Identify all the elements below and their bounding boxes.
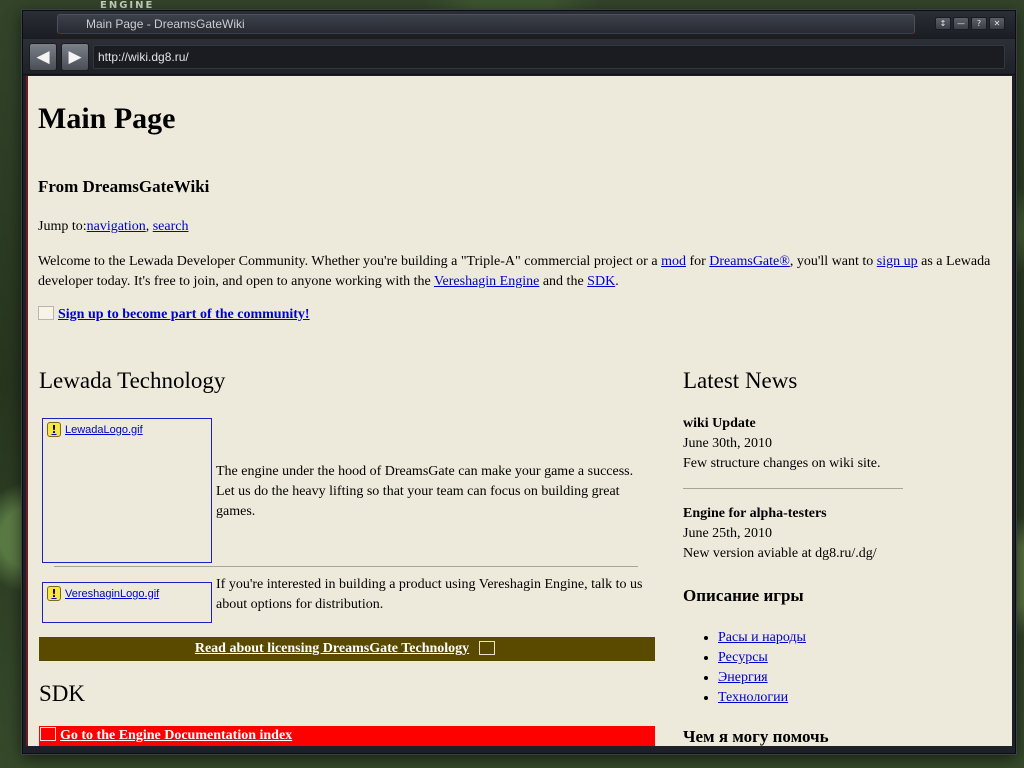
dreamsgate-link[interactable]: DreamsGate® [709,254,790,269]
sdk-heading: SDK [39,681,86,706]
title-bar[interactable]: Main Page - DreamsGateWiki ↕ — ? ✕ [23,11,1015,39]
list-item: Технологии [718,688,806,708]
list-item: Энергия [718,668,806,688]
resources-link[interactable]: Ресурсы [718,650,768,665]
how-to-help-heading: Чем я могу помочь [683,727,829,746]
jump-prefix: Jump to: [38,219,87,234]
news-heading: Latest News [683,368,798,393]
lewada-logo-name: LewadaLogo.gif [65,423,143,436]
vereshagin-logo-link[interactable]: ! VereshaginLogo.gif [47,586,159,601]
lewada-logo-frame: ! LewadaLogo.gif [42,418,212,563]
window-controls: ↕ — ? ✕ [935,17,1005,30]
jump-to-line: Jump to:navigation, search [38,219,189,235]
vereshagin-engine-link[interactable]: Vereshagin Engine [434,274,539,289]
arrow-left-icon: ◀ [36,47,50,67]
browser-toolbar: ◀ ▶ http://wiki.dg8.ru/ [23,39,1015,75]
news-item-title: wiki Update [683,416,756,431]
intro-text-2: for [685,254,710,269]
game-description-heading: Описание игры [683,586,804,605]
jump-separator: , [145,219,150,234]
sign-up-link[interactable]: sign up [877,254,918,269]
lewada-engine-text: The engine under the hood of DreamsGate … [216,464,634,519]
license-link[interactable]: Read about licensing DreamsGate Technolo… [195,641,469,656]
news-item-text: Few structure changes on wiki site. [683,456,881,471]
missing-image-icon: ! [47,586,61,601]
news-item-date: June 25th, 2010 [683,526,773,541]
intro-text-3: , you'll want to [789,254,877,269]
close-button[interactable]: ✕ [989,17,1005,30]
license-bar[interactable]: Read about licensing DreamsGate Technolo… [39,637,655,661]
image-placeholder-icon [479,641,496,655]
minimize-button[interactable]: — [953,17,969,30]
intro-text-6: . [615,274,619,289]
game-links-list: Расы и народы Ресурсы Энергия Технологии [718,628,806,708]
section-divider [54,566,638,567]
vereshagin-logo-name: VereshaginLogo.gif [65,587,160,600]
page-viewport[interactable]: Main Page From DreamsGateWiki Jump to:na… [26,76,1012,746]
signup-community-link[interactable]: Sign up to become part of the community! [58,307,310,322]
help-button[interactable]: ? [971,17,987,30]
signup-row: Sign up to become part of the community! [38,306,310,323]
news-item-text: New version aviable at dg8.ru/.dg/ [683,546,877,561]
intro-paragraph: Welcome to the Lewada Developer Communit… [38,252,1002,292]
races-link[interactable]: Расы и народы [718,630,806,645]
intro-text-1: Welcome to the Lewada Developer Communit… [38,254,662,269]
back-button[interactable]: ◀ [29,43,57,71]
energy-link[interactable]: Энергия [718,670,768,685]
forward-button[interactable]: ▶ [61,43,89,71]
technology-link[interactable]: Технологии [718,690,788,705]
documentation-bar[interactable]: Go to the Engine Documentation index [39,726,655,746]
jump-search-link[interactable]: search [153,219,189,234]
resize-button[interactable]: ↕ [935,17,951,30]
news-item-date: June 30th, 2010 [683,436,773,451]
site-subtitle: From DreamsGateWiki [38,177,210,196]
vereshagin-distribution-text: If you're interested in building a produ… [216,577,643,612]
list-item: Расы и народы [718,628,806,648]
missing-image-icon: ! [47,422,61,437]
mod-link[interactable]: mod [661,254,686,269]
sdk-link[interactable]: SDK [587,274,615,289]
page-title: Main Page [38,102,176,135]
image-placeholder-icon [38,306,54,320]
lewada-logo-link[interactable]: ! LewadaLogo.gif [47,422,143,437]
browser-window: Main Page - DreamsGateWiki ↕ — ? ✕ ◀ ▶ h… [22,10,1016,754]
vereshagin-logo-frame: ! VereshaginLogo.gif [42,582,212,623]
news-item-title: Engine for alpha-testers [683,506,827,521]
news-divider [683,488,903,489]
lewada-heading: Lewada Technology [39,368,226,393]
intro-text-5: and the [539,274,588,289]
jump-navigation-link[interactable]: navigation [87,219,146,234]
list-item: Ресурсы [718,648,806,668]
image-placeholder-icon [40,727,56,741]
address-bar[interactable]: http://wiki.dg8.ru/ [93,45,1005,69]
window-title: Main Page - DreamsGateWiki [57,14,915,34]
documentation-link[interactable]: Go to the Engine Documentation index [60,728,292,743]
arrow-right-icon: ▶ [68,47,82,67]
